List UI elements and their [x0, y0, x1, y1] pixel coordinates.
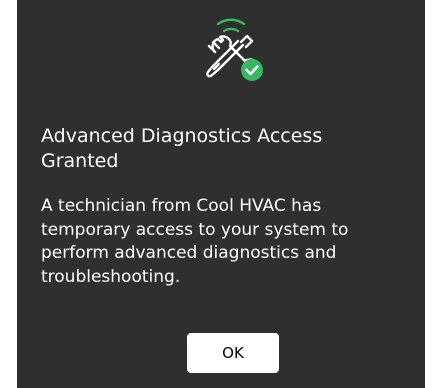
wireless-icon	[216, 18, 246, 33]
access-granted-dialog: Advanced Diagnostics Access Granted A te…	[17, 0, 425, 388]
dialog-title: Advanced Diagnostics Access Granted	[41, 125, 323, 172]
wrench-icon	[207, 35, 258, 64]
check-badge-icon	[241, 59, 263, 81]
ok-button[interactable]: OK	[187, 333, 279, 373]
wrench-screwdriver-wireless-check-icon	[197, 12, 283, 90]
dialog-message: A technician from Cool HVAC has temporar…	[41, 196, 349, 287]
